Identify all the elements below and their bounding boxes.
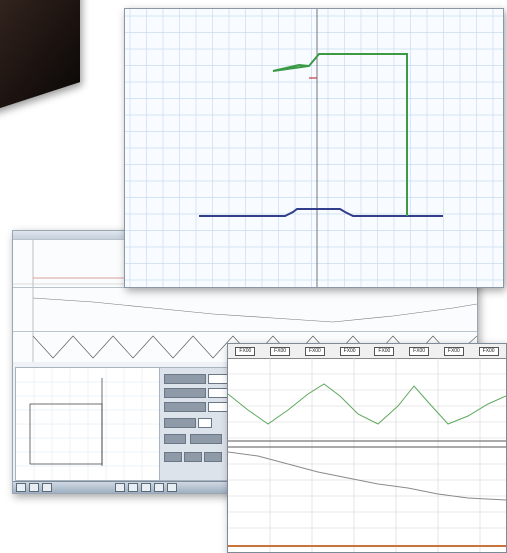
control-row-1[interactable] — [164, 374, 206, 384]
app-icon[interactable] — [141, 483, 151, 492]
channel-strip-2 — [13, 287, 477, 332]
control-button-4[interactable] — [184, 452, 202, 462]
control-panel — [159, 367, 233, 481]
start-icon[interactable] — [16, 483, 26, 492]
control-field-2[interactable] — [208, 388, 228, 398]
control-button-2[interactable] — [190, 434, 222, 444]
app-icon[interactable] — [42, 483, 52, 492]
app-icon[interactable] — [29, 483, 39, 492]
control-field-1[interactable] — [208, 374, 228, 384]
main-grid — [125, 9, 503, 287]
main-plot — [125, 9, 503, 287]
channel-2-trace — [32, 288, 477, 332]
app-icon[interactable] — [154, 483, 164, 492]
control-row-4[interactable] — [164, 418, 196, 428]
green-tool-path — [272, 53, 408, 216]
control-button-1[interactable] — [164, 434, 186, 444]
scope-plot — [228, 358, 506, 552]
scope-grid — [228, 358, 506, 552]
control-field-4[interactable] — [198, 418, 212, 428]
app-icon[interactable] — [167, 483, 177, 492]
folder-icon[interactable] — [128, 483, 138, 492]
control-row-2[interactable] — [164, 388, 206, 398]
control-button-3[interactable] — [164, 452, 182, 462]
mini-plot-panel — [15, 367, 161, 481]
mini-plot — [16, 368, 160, 480]
app-icon[interactable] — [115, 483, 125, 492]
control-button-5[interactable] — [204, 452, 222, 462]
control-row-3[interactable] — [164, 402, 206, 412]
control-field-3[interactable] — [208, 402, 228, 412]
main-plot-window — [124, 8, 504, 288]
dark-photo-corner — [0, 0, 80, 118]
scope-window: FX00 FX00 FX00 FX00 FX00 FX00 FX00 FX00 — [227, 343, 507, 553]
